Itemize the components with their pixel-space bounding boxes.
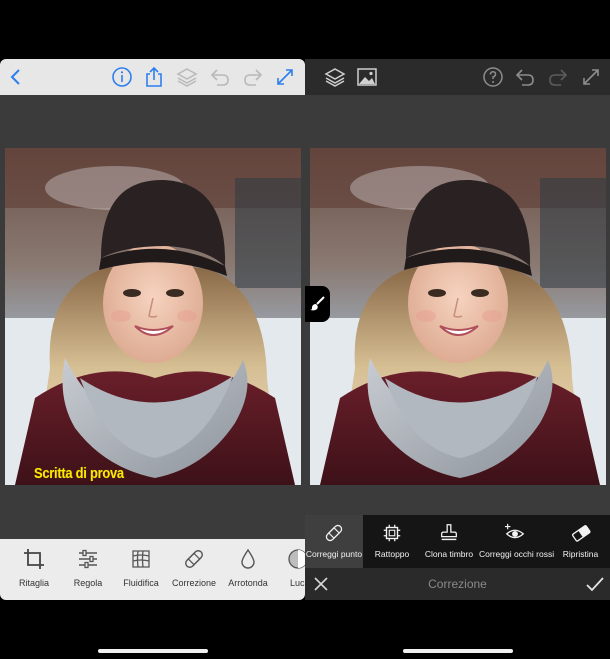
tool-correzione[interactable]: Correzione xyxy=(167,539,221,600)
bandage-icon xyxy=(182,547,206,571)
tool-label: Correggi occhi rossi xyxy=(479,549,555,559)
brush-icon xyxy=(310,296,325,311)
healing-tools-bar: Correggi punto Rattoppo Clona timbro Cor… xyxy=(305,515,610,568)
tool-ritaglia[interactable]: Ritaglia xyxy=(7,539,61,600)
redo-icon[interactable] xyxy=(546,65,570,89)
photo-canvas[interactable] xyxy=(5,148,301,485)
home-indicator[interactable] xyxy=(98,649,208,653)
mode-footer: Correzione xyxy=(305,568,610,600)
tools-bar: Ritaglia Regola Fluidifica Correzione Ar… xyxy=(0,539,305,600)
liquify-grid-icon xyxy=(129,547,153,571)
tool-rattoppo[interactable]: Rattoppo xyxy=(365,515,419,568)
right-app-panel: Correggi punto Rattoppo Clona timbro Cor… xyxy=(305,0,610,659)
overlay-text[interactable]: Scritta di prova xyxy=(34,465,124,482)
tool-correggi-occhi-rossi[interactable]: Correggi occhi rossi xyxy=(479,515,555,568)
bandage-icon xyxy=(323,522,345,544)
checkmark-icon[interactable] xyxy=(585,574,605,594)
tool-label: Regola xyxy=(73,578,103,588)
tool-luc[interactable]: Luc xyxy=(276,539,305,600)
tool-ripristina[interactable]: Ripristina xyxy=(553,515,608,568)
tool-fluidifica[interactable]: Fluidifica xyxy=(114,539,168,600)
tool-label: Correzione xyxy=(171,578,217,588)
eraser-icon xyxy=(570,522,592,544)
expand-icon[interactable] xyxy=(579,65,603,89)
tool-clona-timbro[interactable]: Clona timbro xyxy=(420,515,478,568)
tool-correggi-punto[interactable]: Correggi punto xyxy=(305,515,363,568)
redo-icon[interactable] xyxy=(241,65,265,89)
info-icon[interactable] xyxy=(110,65,134,89)
share-icon[interactable] xyxy=(142,65,166,89)
tool-label: Ripristina xyxy=(562,549,599,559)
tool-label: Ritaglia xyxy=(18,578,49,588)
tool-label: Fluidifica xyxy=(123,578,159,588)
layers-icon[interactable] xyxy=(323,65,347,89)
back-chevron-icon[interactable] xyxy=(4,65,28,89)
tool-label: Luc xyxy=(290,578,305,588)
image-icon[interactable] xyxy=(355,65,379,89)
crop-icon xyxy=(22,547,46,571)
top-toolbar xyxy=(0,59,305,95)
tool-label: Arrotonda xyxy=(228,578,268,588)
photo-canvas[interactable] xyxy=(310,148,606,485)
top-toolbar xyxy=(305,59,610,95)
mode-title: Correzione xyxy=(428,577,487,591)
tool-label: Rattoppo xyxy=(374,549,410,559)
tool-regola[interactable]: Regola xyxy=(61,539,115,600)
tool-label: Clona timbro xyxy=(424,549,474,559)
expand-icon[interactable] xyxy=(273,65,297,89)
undo-icon[interactable] xyxy=(513,65,537,89)
droplet-icon xyxy=(236,547,260,571)
undo-icon[interactable] xyxy=(208,65,232,89)
brush-panel-tab[interactable] xyxy=(305,286,330,322)
patch-icon xyxy=(381,522,403,544)
tool-arrotonda[interactable]: Arrotonda xyxy=(221,539,275,600)
left-app-panel: Scritta di prova Ritaglia Regola Fluidif… xyxy=(0,0,305,659)
red-eye-icon xyxy=(504,522,526,544)
sliders-icon xyxy=(76,547,100,571)
layers-icon[interactable] xyxy=(175,65,199,89)
help-icon[interactable] xyxy=(481,65,505,89)
light-icon xyxy=(286,547,305,571)
stamp-icon xyxy=(438,522,460,544)
tool-label: Correggi punto xyxy=(305,549,363,559)
home-indicator[interactable] xyxy=(403,649,513,653)
